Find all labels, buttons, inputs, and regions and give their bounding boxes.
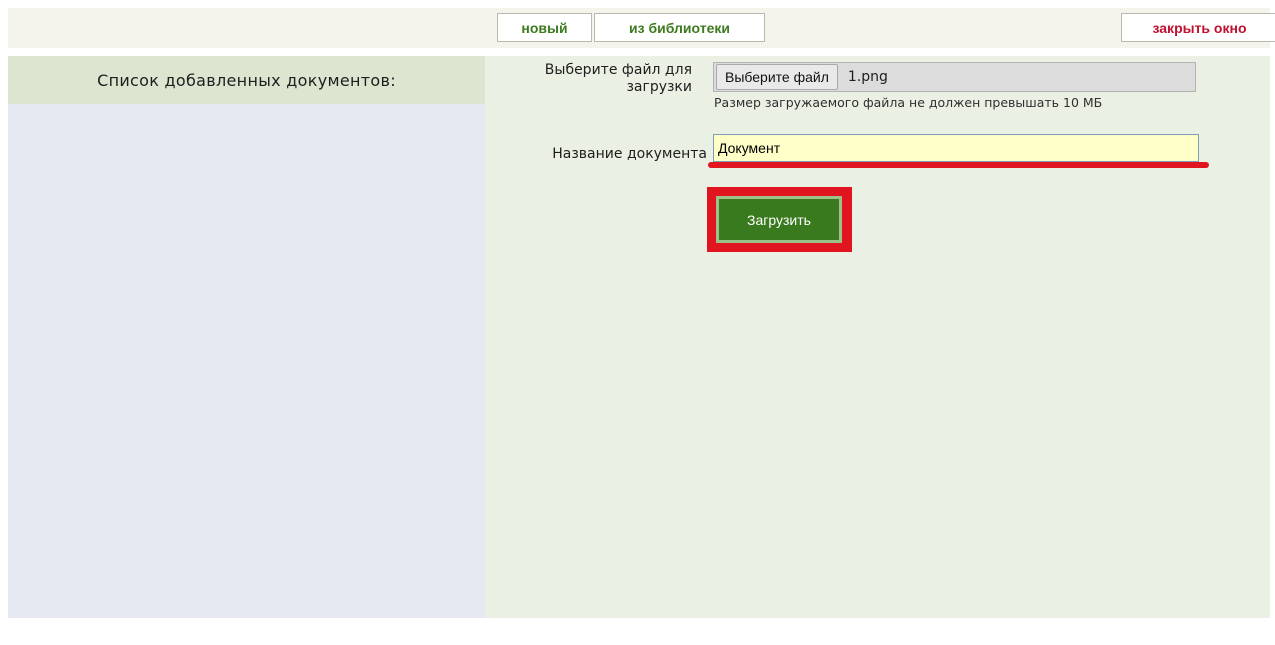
highlight-underline xyxy=(708,162,1209,168)
highlight-frame: Загрузить xyxy=(707,187,852,252)
document-name-input[interactable] xyxy=(713,134,1199,162)
upload-button[interactable]: Загрузить xyxy=(716,196,842,243)
documents-list-panel: Список добавленных документов: xyxy=(8,56,485,618)
tab-new[interactable]: новый xyxy=(497,13,592,42)
tab-from-library[interactable]: из библиотеки xyxy=(594,13,765,42)
close-window-button[interactable]: закрыть окно xyxy=(1121,13,1275,42)
upload-form-panel: Выберите файл для загрузки Выберите файл… xyxy=(485,56,1270,618)
file-size-hint: Размер загружаемого файла не должен прев… xyxy=(714,95,1103,110)
document-name-label: Название документа xyxy=(552,146,707,162)
choose-file-button[interactable]: Выберите файл xyxy=(716,64,838,90)
file-select-label: Выберите файл для загрузки xyxy=(544,62,692,95)
file-input[interactable]: Выберите файл 1.png xyxy=(713,62,1196,92)
top-toolbar: новый из библиотеки закрыть окно xyxy=(8,8,1275,48)
selected-file-name: 1.png xyxy=(847,69,888,85)
documents-list-title: Список добавленных документов: xyxy=(8,56,485,104)
